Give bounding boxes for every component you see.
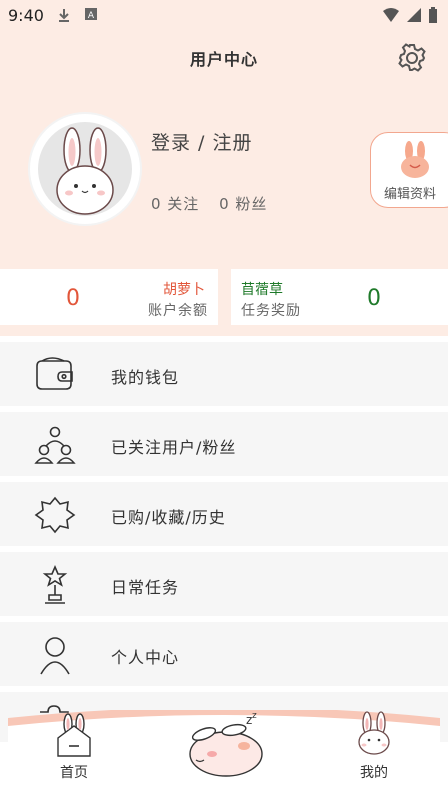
clover-reward-value: 0 [367, 286, 381, 311]
wifi-icon [383, 8, 399, 22]
task-reward-label: 任务奖励 [241, 303, 301, 319]
avatar[interactable] [30, 114, 140, 224]
menu-item-daily-task[interactable]: 日常任务 [0, 552, 448, 616]
carrot-label: 胡萝卜 [163, 282, 205, 298]
person-icon [40, 637, 70, 675]
fans-count[interactable]: 0 粉丝 [219, 195, 267, 213]
menu-label-wallet: 我的钱包 [111, 368, 180, 387]
sleeping-bunny-icon[interactable]: z z [182, 712, 272, 782]
menu-item-purchased[interactable]: 已购/收藏/历史 [0, 482, 448, 546]
svg-text:A: A [88, 11, 95, 21]
app-a-icon: A [85, 8, 97, 21]
page-title: 用户中心 [189, 50, 258, 69]
tab-mine[interactable]: 我的 [350, 710, 410, 790]
login-register-link[interactable]: 登录 / 注册 [151, 128, 252, 155]
gear-icon[interactable] [396, 42, 428, 74]
menu-label-daily-task: 日常任务 [111, 578, 180, 597]
menu-item-follow[interactable]: 已关注用户/粉丝 [0, 412, 448, 476]
menu-label-purchased: 已购/收藏/历史 [111, 508, 226, 527]
menu-label-personal: 个人中心 [111, 648, 180, 667]
clover-label: 苜蓿草 [241, 282, 283, 298]
battery-icon [429, 7, 437, 23]
menu-label-follow: 已关注用户/粉丝 [111, 438, 237, 457]
follow-stats: 0 关注 0 粉丝 [151, 193, 281, 214]
bunny-edit-icon [401, 141, 429, 178]
status-time: 9:40 [8, 6, 44, 25]
wallet-icon [36, 357, 73, 390]
menu-item-wallet[interactable]: 我的钱包 [0, 342, 448, 406]
status-bar: 9:40 A [0, 0, 448, 30]
home-bunny-icon [57, 713, 91, 757]
menu-item-personal[interactable]: 个人中心 [0, 622, 448, 686]
tab-home[interactable]: 首页 [48, 710, 108, 790]
account-balance-label: 账户余额 [148, 303, 208, 319]
download-icon [59, 9, 69, 22]
star-badge-icon [34, 496, 76, 534]
tab-mine-label: 我的 [360, 765, 388, 781]
bunny-avatar-icon [56, 127, 114, 215]
edit-profile-label: 编辑资料 [384, 187, 437, 202]
signal-icon [407, 8, 421, 22]
svg-text:z: z [252, 712, 257, 721]
following-count[interactable]: 0 关注 [151, 195, 199, 213]
users-icon [34, 426, 76, 464]
carrot-balance-value: 0 [66, 286, 80, 311]
trophy-icon [42, 564, 68, 604]
bottom-tab-bar: 首页 z z 我的 [8, 710, 440, 796]
tab-home-label: 首页 [60, 765, 88, 781]
mine-bunny-icon [358, 711, 390, 755]
